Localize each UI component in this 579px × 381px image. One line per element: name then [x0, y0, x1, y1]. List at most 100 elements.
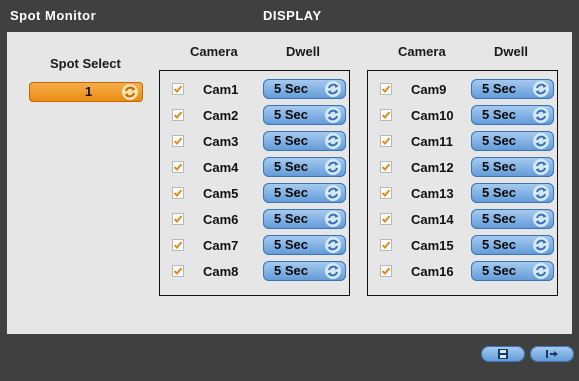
dwell-spinner[interactable]: 5 Sec [471, 261, 554, 281]
cycle-icon[interactable] [325, 211, 341, 227]
camera-enable-checkbox[interactable] [172, 109, 184, 121]
section-title: DISPLAY [263, 8, 322, 23]
camera-label: Cam4 [203, 160, 239, 175]
camera-enable-checkbox[interactable] [380, 83, 392, 95]
camera-row: Cam2 5 Sec [160, 105, 349, 125]
camera-enable-checkbox[interactable] [172, 135, 184, 147]
camera-enable-checkbox[interactable] [172, 213, 184, 225]
cycle-icon[interactable] [533, 263, 549, 279]
camera-label: Cam9 [411, 82, 447, 97]
dwell-spinner[interactable]: 5 Sec [263, 209, 346, 229]
exit-button[interactable] [530, 346, 574, 362]
camera-enable-checkbox[interactable] [172, 161, 184, 173]
dwell-value: 5 Sec [482, 211, 516, 226]
camera-row: Cam14 5 Sec [368, 209, 557, 229]
camera-enable-checkbox[interactable] [380, 265, 392, 277]
spot-select-value: 1 [85, 84, 93, 99]
camera-label: Cam14 [411, 212, 454, 227]
dwell-value: 5 Sec [274, 237, 308, 252]
spot-monitor-window: Spot Monitor DISPLAY Spot Select 1 Camer… [0, 0, 579, 381]
dwell-spinner[interactable]: 5 Sec [471, 105, 554, 125]
dwell-spinner[interactable]: 5 Sec [263, 261, 346, 281]
cycle-icon[interactable] [325, 263, 341, 279]
dwell-spinner[interactable]: 5 Sec [471, 235, 554, 255]
camera-enable-checkbox[interactable] [380, 187, 392, 199]
camera-row: Cam6 5 Sec [160, 209, 349, 229]
dwell-value: 5 Sec [482, 185, 516, 200]
camera-label: Cam12 [411, 160, 454, 175]
save-button[interactable] [481, 346, 525, 362]
dwell-spinner[interactable]: 5 Sec [471, 79, 554, 99]
cycle-icon[interactable] [325, 185, 341, 201]
camera-label: Cam15 [411, 238, 454, 253]
camera-row: Cam3 5 Sec [160, 131, 349, 151]
dwell-spinner[interactable]: 5 Sec [263, 79, 346, 99]
dwell-spinner[interactable]: 5 Sec [263, 183, 346, 203]
camera-label: Cam13 [411, 186, 454, 201]
camera-enable-checkbox[interactable] [380, 239, 392, 251]
camera-enable-checkbox[interactable] [380, 109, 392, 121]
camera-enable-checkbox[interactable] [172, 187, 184, 199]
camera-enable-checkbox[interactable] [172, 239, 184, 251]
cycle-icon[interactable] [533, 107, 549, 123]
cycle-icon[interactable] [533, 81, 549, 97]
dwell-spinner[interactable]: 5 Sec [471, 209, 554, 229]
camera-label: Cam6 [203, 212, 239, 227]
save-icon [498, 349, 508, 359]
camera-enable-checkbox[interactable] [172, 83, 184, 95]
dwell-value: 5 Sec [274, 211, 308, 226]
camera-group-1: Cam1 5 Sec Cam2 5 Sec Cam3 5 Sec Cam4 5 Sec Cam5… [159, 70, 350, 296]
camera-row: Cam5 5 Sec [160, 183, 349, 203]
dwell-spinner[interactable]: 5 Sec [263, 235, 346, 255]
dwell-spinner[interactable]: 5 Sec [263, 131, 346, 151]
spot-select-label: Spot Select [50, 56, 121, 71]
camera-row: Cam11 5 Sec [368, 131, 557, 151]
camera-row: Cam12 5 Sec [368, 157, 557, 177]
dwell-value: 5 Sec [274, 81, 308, 96]
cycle-icon[interactable] [533, 185, 549, 201]
cycle-icon[interactable] [533, 211, 549, 227]
dwell-spinner[interactable]: 5 Sec [263, 157, 346, 177]
cycle-icon[interactable] [533, 237, 549, 253]
camera-enable-checkbox[interactable] [380, 213, 392, 225]
dwell-value: 5 Sec [274, 107, 308, 122]
window-title: Spot Monitor [10, 8, 97, 23]
camera-enable-checkbox[interactable] [380, 161, 392, 173]
exit-icon [546, 350, 558, 358]
dwell-value: 5 Sec [482, 81, 516, 96]
cycle-icon[interactable] [325, 159, 341, 175]
dwell-value: 5 Sec [482, 263, 516, 278]
cycle-icon[interactable] [325, 81, 341, 97]
camera-label: Cam1 [203, 82, 239, 97]
camera-label: Cam11 [411, 134, 453, 149]
cycle-icon[interactable] [325, 107, 341, 123]
camera-row: Cam9 5 Sec [368, 79, 557, 99]
camera-header: Camera [398, 44, 446, 59]
dwell-spinner[interactable]: 5 Sec [471, 183, 554, 203]
camera-row: Cam10 5 Sec [368, 105, 557, 125]
dwell-value: 5 Sec [482, 133, 516, 148]
camera-enable-checkbox[interactable] [380, 135, 392, 147]
cycle-icon[interactable] [122, 84, 138, 100]
dwell-spinner[interactable]: 5 Sec [263, 105, 346, 125]
cycle-icon[interactable] [533, 159, 549, 175]
dwell-value: 5 Sec [482, 107, 516, 122]
camera-group-2: Cam9 5 Sec Cam10 5 Sec Cam11 5 Sec Cam12 5 Sec C… [367, 70, 558, 296]
cycle-icon[interactable] [533, 133, 549, 149]
dwell-spinner[interactable]: 5 Sec [471, 157, 554, 177]
camera-row: Cam1 5 Sec [160, 79, 349, 99]
camera-row: Cam15 5 Sec [368, 235, 557, 255]
dwell-value: 5 Sec [482, 237, 516, 252]
camera-label: Cam16 [411, 264, 454, 279]
dwell-spinner[interactable]: 5 Sec [471, 131, 554, 151]
dwell-value: 5 Sec [482, 159, 516, 174]
cycle-icon[interactable] [325, 237, 341, 253]
cycle-icon[interactable] [325, 133, 341, 149]
camera-enable-checkbox[interactable] [172, 265, 184, 277]
dwell-value: 5 Sec [274, 185, 308, 200]
spot-select-spinner[interactable]: 1 [29, 82, 143, 102]
camera-label: Cam2 [203, 108, 239, 123]
camera-label: Cam8 [203, 264, 239, 279]
dwell-value: 5 Sec [274, 133, 308, 148]
camera-label: Cam3 [203, 134, 239, 149]
